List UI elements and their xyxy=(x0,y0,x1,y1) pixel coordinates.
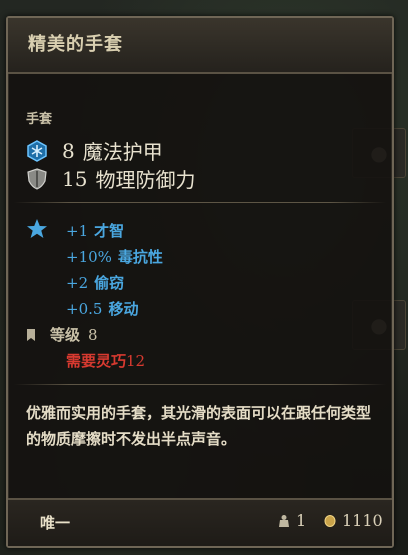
stat-value: 15 xyxy=(62,166,88,191)
bonus-movement: +0.5 移动 xyxy=(66,298,138,319)
divider xyxy=(14,202,386,203)
weight-value: 1 xyxy=(296,511,307,530)
bonus-pickpocket: +2 偷窃 xyxy=(66,272,124,293)
magic-armor-icon xyxy=(27,139,47,162)
requirement: 需要灵巧12 xyxy=(66,350,145,371)
bonus-label: 毒抗性 xyxy=(117,248,163,266)
item-gold-value: 1110 xyxy=(324,511,383,530)
divider xyxy=(14,384,386,385)
stat-value: 8 xyxy=(62,138,75,163)
bonus-intelligence: +1 才智 xyxy=(66,220,124,241)
item-tooltip: 精美的手套 手套 8 魔法护甲 15 物理防御力 +1 才智 +10% 毒抗性 +2… xyxy=(6,16,394,548)
stat-magic-armor: 8 魔法护甲 xyxy=(26,136,163,165)
level-label: 等级 xyxy=(50,326,81,344)
gold-value: 1110 xyxy=(342,511,383,530)
item-name: 精美的手套 xyxy=(28,34,123,55)
bonus-label: 偷窃 xyxy=(94,274,125,292)
bookmark-icon xyxy=(27,328,35,341)
bonus-poison-resistance: +10% 毒抗性 xyxy=(66,246,163,267)
gold-coin-icon xyxy=(324,514,336,527)
item-weight: 1 xyxy=(278,511,306,530)
stat-label: 物理防御力 xyxy=(95,168,196,192)
bonus-value: +1 xyxy=(66,222,89,240)
physical-armor-icon xyxy=(27,167,47,190)
item-description: 优雅而实用的手套，其光滑的表面可以在跟任何类型的物质摩擦时不发出半点声音。 xyxy=(26,404,372,448)
requirement-label: 需要灵巧 xyxy=(66,352,127,370)
bonus-value: +2 xyxy=(66,274,89,292)
tooltip-title-bar: 精美的手套 xyxy=(8,18,392,74)
bonus-label: 移动 xyxy=(108,300,139,318)
stat-label: 魔法护甲 xyxy=(82,140,163,164)
bonus-label: 才智 xyxy=(94,222,125,240)
stat-physical-armor: 15 物理防御力 xyxy=(26,164,195,193)
bonus-value: +10% xyxy=(66,248,112,266)
level-value: 8 xyxy=(88,325,98,344)
level-row: 等级 8 xyxy=(26,324,98,345)
bonus-value: +0.5 xyxy=(66,300,103,318)
weight-icon xyxy=(279,514,289,527)
star-icon xyxy=(27,219,47,238)
requirement-value: 12 xyxy=(126,352,146,370)
item-type: 手套 xyxy=(26,112,53,127)
tooltip-footer: 唯一 1 1110 xyxy=(8,498,392,546)
rarity-label: 唯一 xyxy=(40,514,71,532)
